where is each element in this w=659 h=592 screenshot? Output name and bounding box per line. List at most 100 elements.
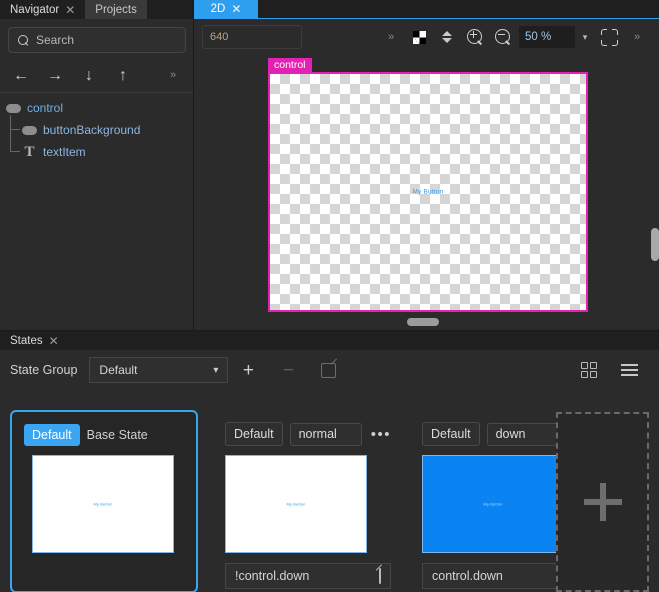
state-thumbnail-text: My Button	[286, 501, 306, 507]
state-card-body: My Button	[12, 455, 196, 554]
state-thumbnail[interactable]: My Button	[422, 455, 564, 554]
application-window: Navigator ✕ Projects Search ← → ↓ ↑ » co…	[0, 0, 659, 592]
close-icon[interactable]: ✕	[231, 3, 241, 15]
state-card-header: Default normal •••	[213, 410, 403, 447]
frame-label[interactable]: control	[268, 58, 312, 72]
grid-view-button[interactable]	[569, 355, 609, 385]
state-default-badge[interactable]: Default	[24, 424, 80, 447]
fit-to-frame-button[interactable]	[595, 24, 623, 50]
edit-icon	[320, 362, 336, 378]
canvas-stage[interactable]: control My Button	[194, 55, 659, 330]
checkerboard-icon	[412, 30, 426, 44]
tree-branch-line	[10, 126, 20, 152]
canvas-tabbar: 2D ✕	[194, 0, 659, 19]
zoom-in-button[interactable]	[461, 24, 489, 50]
stepper-icon	[442, 31, 452, 43]
design-frame[interactable]: My Button	[268, 72, 588, 312]
zoom-out-icon	[494, 28, 512, 46]
edit-icon[interactable]	[379, 568, 381, 585]
navigator-panel: Navigator ✕ Projects Search ← → ↓ ↑ » co…	[0, 0, 194, 330]
move-right-button[interactable]: →	[38, 62, 72, 90]
zoom-level-input[interactable]: 50 %	[519, 26, 575, 48]
canvas-stepper-button[interactable]	[433, 24, 461, 50]
close-icon[interactable]: ✕	[65, 4, 75, 16]
state-default-badge[interactable]: Default	[422, 422, 480, 447]
move-down-button[interactable]: ↓	[72, 62, 106, 90]
state-card-normal[interactable]: Default normal ••• My Button !control.do…	[213, 410, 403, 592]
close-icon[interactable]: ✕	[49, 335, 59, 347]
plus-icon	[583, 483, 622, 521]
zoom-dropdown-button[interactable]: ▾	[575, 32, 595, 43]
state-menu-button[interactable]: •••	[371, 427, 391, 442]
add-state-card[interactable]	[556, 412, 649, 592]
state-group-label: State Group	[10, 363, 78, 377]
arrow-left-icon: ←	[13, 66, 29, 84]
navigator-tabbar: Navigator ✕ Projects	[0, 0, 194, 19]
states-tabbar: States ✕	[0, 331, 659, 350]
zoom-out-button[interactable]	[489, 24, 517, 50]
edit-state-button[interactable]	[308, 355, 348, 385]
add-state-button[interactable]: +	[228, 355, 268, 385]
state-group-value: Default	[99, 363, 138, 377]
canvas-background-button[interactable]	[405, 24, 433, 50]
grid-view-icon	[581, 362, 597, 378]
move-left-button[interactable]: ←	[4, 62, 38, 90]
text-icon: T	[24, 143, 35, 160]
horizontal-scroll-handle[interactable]	[407, 318, 439, 326]
state-default-badge[interactable]: Default	[225, 422, 283, 447]
tree-item-label: control	[27, 101, 64, 115]
state-when-value: !control.down	[235, 569, 310, 584]
search-area: Search	[0, 19, 194, 59]
rounded-rect-icon	[22, 125, 37, 135]
state-cards-container: Default Base State My Button Default nor…	[0, 410, 659, 592]
navigator-tree: control buttonBackground T textItem	[0, 93, 194, 163]
tree-item-label: textItem	[43, 145, 86, 159]
frame-button-text: My Button	[412, 188, 444, 196]
arrow-right-icon: →	[47, 66, 63, 84]
zoom-in-icon	[466, 28, 484, 46]
panel-divider-vertical[interactable]	[193, 0, 194, 330]
search-input[interactable]: Search	[8, 27, 186, 53]
tab-navigator-label: Navigator	[10, 3, 60, 16]
tab-states[interactable]: States ✕	[0, 331, 69, 350]
tab-projects[interactable]: Projects	[85, 0, 147, 19]
tree-item-buttonbackground[interactable]: buttonBackground	[0, 115, 194, 141]
canvas-overflow-button[interactable]: »	[377, 24, 405, 50]
state-when-input[interactable]: !control.down	[225, 563, 391, 590]
tab-2d[interactable]: 2D ✕	[194, 0, 258, 18]
search-icon	[18, 34, 29, 46]
search-placeholder: Search	[36, 33, 75, 47]
state-when-value: control.down	[432, 569, 503, 584]
canvas-width-input[interactable]: 640	[202, 25, 302, 49]
states-panel: States ✕ State Group Default ▾ + − Defau…	[0, 330, 659, 592]
state-group-select[interactable]: Default ▾	[89, 357, 229, 383]
tree-item-label: buttonBackground	[43, 123, 141, 137]
zoom-level-value: 50 %	[525, 31, 552, 43]
navigator-overflow-button[interactable]: »	[156, 62, 190, 90]
state-card-base[interactable]: Default Base State My Button	[10, 410, 198, 592]
state-name-input[interactable]: normal	[289, 422, 362, 446]
frame-label-text: control	[274, 58, 306, 71]
chevron-right-double-icon: »	[387, 31, 395, 43]
arrow-down-icon: ↓	[85, 66, 93, 84]
move-up-button[interactable]: ↑	[106, 62, 140, 90]
state-card-title: Base State	[86, 428, 148, 443]
remove-state-button[interactable]: −	[268, 355, 308, 385]
state-thumbnail[interactable]: My Button	[32, 455, 174, 554]
tree-item-textitem[interactable]: T textItem	[0, 126, 194, 163]
tree-item-control[interactable]: control	[0, 97, 194, 119]
chevron-right-double-icon: »	[633, 31, 641, 43]
arrow-up-icon: ↑	[119, 66, 127, 84]
canvas-right-overflow-button[interactable]: »	[623, 24, 651, 50]
vertical-scroll-handle[interactable]	[651, 228, 659, 261]
tab-projects-label: Projects	[95, 3, 137, 16]
state-thumbnail-text: My Button	[93, 501, 113, 507]
fit-to-frame-icon	[600, 28, 618, 46]
states-toolbar: State Group Default ▾ + −	[0, 350, 659, 390]
state-thumbnail[interactable]: My Button	[225, 455, 367, 554]
state-thumbnail-text: My Button	[483, 501, 503, 507]
tab-2d-label: 2D	[210, 3, 226, 15]
tab-states-label: States	[10, 334, 43, 347]
list-view-button[interactable]	[609, 355, 649, 385]
tab-navigator[interactable]: Navigator ✕	[0, 0, 86, 19]
